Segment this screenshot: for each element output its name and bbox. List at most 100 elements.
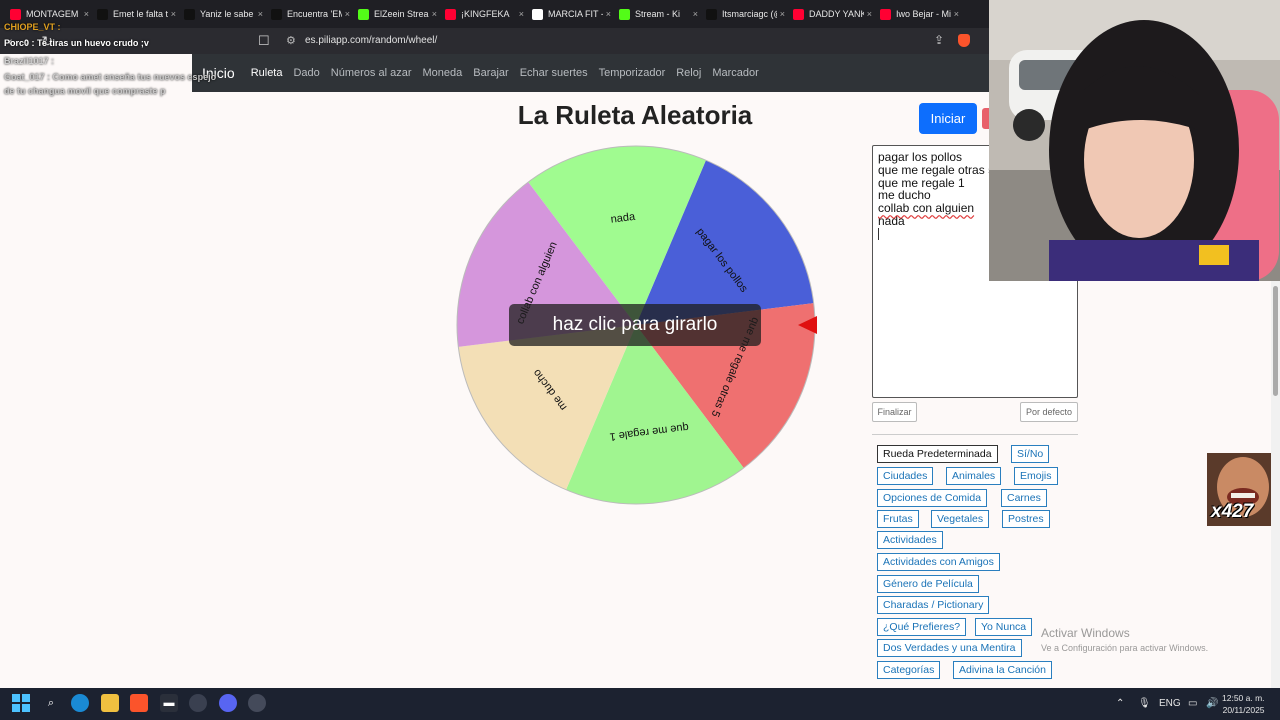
- preset-tag[interactable]: Rueda Predeterminada: [877, 445, 998, 463]
- spin-prompt-button[interactable]: haz clic para girarlo: [509, 304, 761, 346]
- preset-tag[interactable]: Charadas / Pictionary: [877, 596, 990, 614]
- network-icon[interactable]: ▭: [1188, 698, 1197, 709]
- browser-tab-label: MONTAGEM FU: [26, 9, 81, 19]
- preset-tag[interactable]: Dos Verdades y una Mentira: [877, 639, 1022, 657]
- scrollbar-thumb[interactable]: [1273, 286, 1278, 396]
- browser-tab[interactable]: Emet le falta tra×: [93, 2, 180, 26]
- nav-item-reloj[interactable]: Reloj: [676, 67, 701, 79]
- microphone-icon[interactable]: 🎙: [1138, 698, 1151, 709]
- browser-tab[interactable]: MARCIA FIT - B×: [528, 2, 615, 26]
- preset-tag[interactable]: Género de Película: [877, 575, 979, 593]
- url-field[interactable]: es.piliapp.com/random/wheel/: [305, 35, 437, 46]
- close-icon[interactable]: ×: [519, 9, 524, 19]
- volume-icon[interactable]: 🔊: [1206, 698, 1218, 709]
- back-icon[interactable]: ‹: [8, 33, 13, 49]
- browser-tab-label: DADDY YANKE: [809, 9, 864, 19]
- nav-item-moneda[interactable]: Moneda: [422, 67, 462, 79]
- forward-icon[interactable]: ›: [25, 33, 30, 49]
- nav-item-ruleta[interactable]: Ruleta: [251, 67, 283, 79]
- finish-button[interactable]: Finalizar: [872, 402, 917, 422]
- preset-tag[interactable]: Vegetales: [931, 510, 990, 528]
- tiktok-icon: [184, 8, 195, 20]
- preset-tag[interactable]: ¿Qué Prefieres?: [877, 618, 967, 636]
- nav-item-numeros[interactable]: Números al azar: [331, 67, 412, 79]
- bookmark-icon[interactable]: ☐: [258, 33, 270, 49]
- preset-tag[interactable]: Actividades con Amigos: [877, 553, 1000, 571]
- close-icon[interactable]: ×: [954, 9, 959, 19]
- brave-icon[interactable]: [130, 694, 148, 712]
- windows-start-icon[interactable]: [12, 694, 30, 712]
- activate-title: Activar Windows: [1041, 626, 1130, 640]
- site-navbar: Inicio Ruleta Dado Números al azar Moned…: [192, 54, 992, 92]
- close-icon[interactable]: ×: [867, 9, 872, 19]
- preset-tag[interactable]: Ciudades: [877, 467, 934, 485]
- preset-tag[interactable]: Carnes: [1001, 489, 1047, 507]
- search-icon[interactable]: ⌕: [42, 694, 60, 712]
- chat-background: [0, 54, 192, 100]
- browser-tab-label: Stream - Ki: [635, 9, 681, 19]
- browser-tab[interactable]: Iwo Bejar - Mim×: [876, 2, 963, 26]
- brave-shield-icon[interactable]: [958, 34, 970, 47]
- terminal-icon[interactable]: ▬: [160, 694, 178, 712]
- browser-tab[interactable]: ElZeein Stream×: [354, 2, 441, 26]
- browser-tab[interactable]: Encuentra 'EME×: [267, 2, 354, 26]
- browser-tab[interactable]: Itsmarciagc (@ ×: [702, 2, 789, 26]
- browser-tab-label: Emet le falta tra: [113, 9, 168, 19]
- browser-tab[interactable]: MONTAGEM FU×: [6, 2, 93, 26]
- tiktok-icon: [271, 8, 282, 20]
- preset-tag[interactable]: Actividades: [877, 531, 943, 549]
- obs-icon[interactable]: [189, 694, 207, 712]
- browser-tab[interactable]: ¡KINGFEKA ×: [441, 2, 528, 26]
- preset-tag[interactable]: Postres: [1002, 510, 1050, 528]
- close-icon[interactable]: ×: [432, 9, 437, 19]
- preset-tag[interactable]: Opciones de Comida: [877, 489, 988, 507]
- nav-item-temporizador[interactable]: Temporizador: [599, 67, 666, 79]
- nav-buttons: ‹ › ↻: [0, 33, 240, 50]
- tray-chevron-icon[interactable]: ⌃: [1116, 698, 1124, 709]
- nav-item-echar-suertes[interactable]: Echar suertes: [520, 67, 588, 79]
- edge-icon[interactable]: [71, 694, 89, 712]
- close-icon[interactable]: ×: [780, 9, 785, 19]
- webcam-overlay: [989, 0, 1280, 281]
- emote-counter: x427: [1211, 501, 1254, 522]
- default-button[interactable]: Por defecto: [1020, 402, 1078, 422]
- preset-tag[interactable]: Yo Nunca: [975, 618, 1033, 636]
- system-clock[interactable]: 12:50 a. m. 20/11/2025: [1222, 692, 1265, 716]
- browser-tab[interactable]: DADDY YANKE×: [789, 2, 876, 26]
- reload-icon[interactable]: ↻: [41, 33, 53, 50]
- webcam-image: [989, 0, 1280, 281]
- language-indicator[interactable]: ENG: [1159, 698, 1181, 709]
- nav-item-marcador[interactable]: Marcador: [712, 67, 758, 79]
- browser-tab-label: Encuentra 'EME: [287, 9, 342, 19]
- nav-item-barajar[interactable]: Barajar: [473, 67, 508, 79]
- start-button[interactable]: Iniciar: [919, 103, 977, 134]
- close-icon[interactable]: ×: [693, 9, 698, 19]
- preset-tag[interactable]: Categorías: [877, 661, 941, 679]
- site-info-icon[interactable]: ⚙: [286, 34, 296, 47]
- nav-brand-link[interactable]: Inicio: [202, 65, 235, 81]
- browser-tab[interactable]: Yaniz le sabe a×: [180, 2, 267, 26]
- preset-tag[interactable]: Sí/No: [1011, 445, 1050, 463]
- discord-icon[interactable]: [219, 694, 237, 712]
- preset-tag[interactable]: Animales: [946, 467, 1002, 485]
- browser-tab[interactable]: Stream - Ki ×: [615, 2, 702, 26]
- youtube-icon: [10, 8, 21, 20]
- preset-tag[interactable]: Adivina la Canción: [953, 661, 1052, 679]
- text-caret: [878, 227, 879, 240]
- share-icon[interactable]: ⇪: [934, 33, 944, 47]
- preset-tag[interactable]: Frutas: [877, 510, 919, 528]
- divider: [872, 434, 1078, 435]
- close-icon[interactable]: ×: [345, 9, 350, 19]
- kick-icon: [619, 8, 630, 20]
- close-icon[interactable]: ×: [171, 9, 176, 19]
- app-icon[interactable]: [248, 694, 266, 712]
- close-icon[interactable]: ×: [606, 9, 611, 19]
- browser-tab-label: ¡KINGFEKA: [461, 9, 510, 19]
- file-explorer-icon[interactable]: [101, 694, 119, 712]
- emote-overlay: x427: [1207, 453, 1280, 526]
- close-icon[interactable]: ×: [258, 9, 263, 19]
- preset-tag[interactable]: Emojis: [1014, 467, 1058, 485]
- tiktok-icon: [97, 8, 108, 20]
- nav-item-dado[interactable]: Dado: [293, 67, 319, 79]
- close-icon[interactable]: ×: [84, 9, 89, 19]
